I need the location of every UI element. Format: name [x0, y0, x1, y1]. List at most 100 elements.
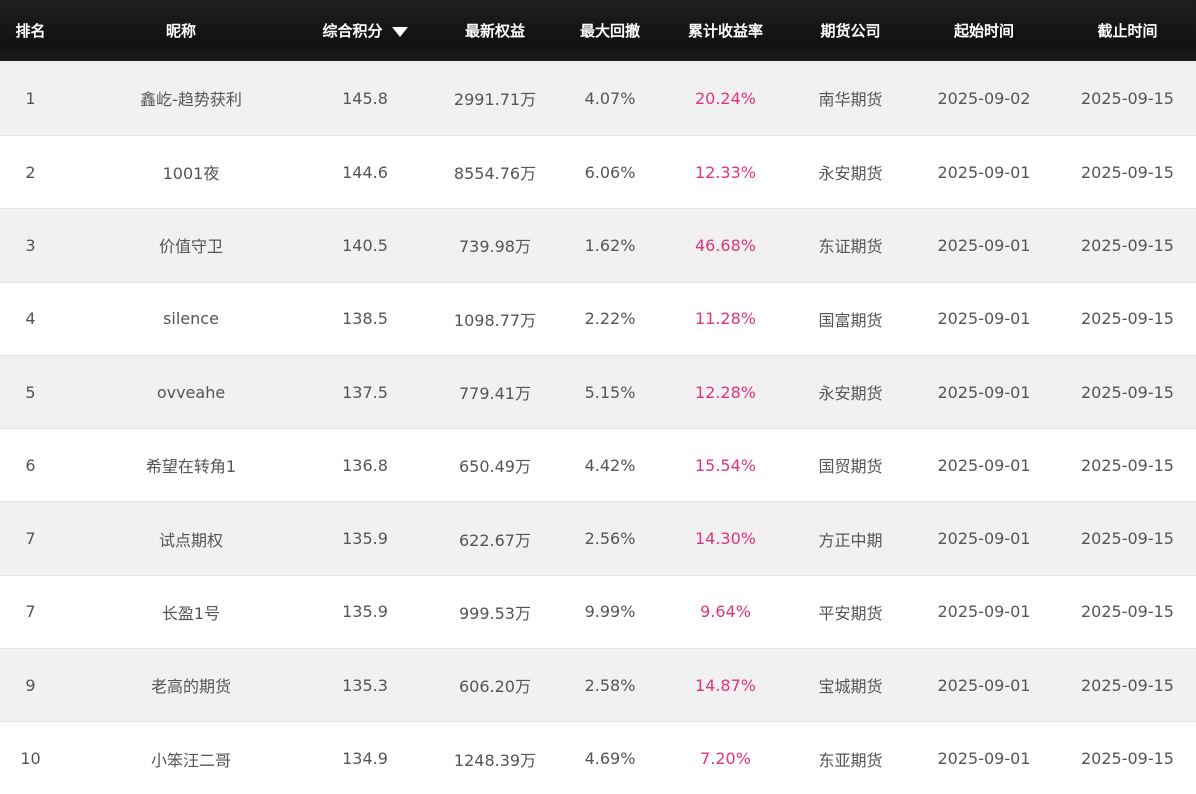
- drawdown-cell: 2.58%: [584, 675, 636, 695]
- company-cell: 永安期货: [818, 164, 883, 184]
- start-date-cell: 2025-09-01: [937, 309, 1031, 329]
- drawdown-cell: 6.06%: [584, 162, 636, 182]
- nickname-cell[interactable]: 希望在转角1: [61, 453, 301, 477]
- column-header-score[interactable]: 综合积分: [301, 20, 429, 41]
- nickname-cell[interactable]: 试点期权: [61, 527, 301, 551]
- drawdown-cell: 4.69%: [584, 749, 636, 769]
- return-cell: 11.28%: [694, 309, 756, 329]
- table-row[interactable]: 5 ovveahe 137.5 779.41万 5.15% 12.28% 永安期…: [0, 355, 1196, 430]
- column-header-rank[interactable]: 排名: [0, 20, 61, 41]
- nickname-cell[interactable]: 小笨汪二哥: [61, 747, 301, 771]
- company-cell: 方正中期: [818, 530, 883, 550]
- nickname-cell[interactable]: 价值守卫: [61, 233, 301, 257]
- company-cell: 南华期货: [818, 90, 883, 109]
- end-date-cell: 2025-09-15: [1081, 162, 1174, 182]
- column-header-return[interactable]: 累计收益率: [659, 20, 792, 41]
- end-date-cell: 2025-09-15: [1081, 455, 1174, 475]
- company-cell: 平安期货: [818, 603, 883, 623]
- rank-cell: 10: [20, 749, 41, 769]
- rank-cell: 1: [25, 88, 36, 108]
- score-cell: 137.5: [342, 382, 388, 402]
- return-cell: 20.24%: [694, 88, 756, 108]
- drawdown-cell: 4.07%: [584, 88, 636, 108]
- start-date-cell: 2025-09-01: [937, 529, 1031, 549]
- rank-cell: 5: [25, 382, 36, 402]
- rank-cell: 7: [25, 529, 36, 549]
- table-row[interactable]: 7 长盈1号 135.9 999.53万 9.99% 9.64% 平安期货 20…: [0, 575, 1196, 650]
- nickname-cell[interactable]: 老高的期货: [61, 673, 301, 697]
- column-header-end[interactable]: 截止时间: [1059, 20, 1196, 41]
- equity-cell: 999.53万: [459, 603, 531, 623]
- table-row[interactable]: 7 试点期权 135.9 622.67万 2.56% 14.30% 方正中期 2…: [0, 502, 1196, 576]
- company-cell: 国贸期货: [818, 457, 883, 477]
- equity-cell: 650.49万: [459, 457, 531, 477]
- return-cell: 46.68%: [694, 235, 756, 255]
- column-header-score-label: 综合积分: [322, 22, 383, 40]
- return-cell: 12.33%: [694, 162, 756, 182]
- nickname-cell[interactable]: 长盈1号: [61, 600, 301, 624]
- end-date-cell: 2025-09-15: [1081, 675, 1174, 695]
- score-cell: 140.5: [342, 235, 388, 255]
- score-cell: 134.9: [342, 749, 388, 769]
- table-body: 1 鑫屹-趋势获利 145.8 2991.71万 4.07% 20.24% 南华…: [0, 61, 1196, 794]
- nickname-cell[interactable]: ovveahe: [61, 383, 301, 402]
- score-cell: 135.9: [342, 529, 388, 549]
- column-header-start[interactable]: 起始时间: [909, 20, 1059, 41]
- table-row[interactable]: 6 希望在转角1 136.8 650.49万 4.42% 15.54% 国贸期货…: [0, 429, 1196, 503]
- score-cell: 135.9: [342, 602, 388, 622]
- score-cell: 144.6: [342, 162, 388, 182]
- end-date-cell: 2025-09-15: [1081, 88, 1174, 108]
- table-row[interactable]: 3 价值守卫 140.5 739.98万 1.62% 46.68% 东证期货 2…: [0, 209, 1196, 283]
- return-cell: 12.28%: [694, 382, 756, 402]
- return-cell: 14.87%: [694, 675, 756, 695]
- table-row[interactable]: 9 老高的期货 135.3 606.20万 2.58% 14.87% 宝城期货 …: [0, 649, 1196, 723]
- nickname-cell[interactable]: 鑫屹-趋势获利: [61, 86, 301, 110]
- rank-cell: 3: [25, 235, 36, 255]
- return-cell: 7.20%: [700, 749, 751, 769]
- return-cell: 14.30%: [694, 529, 756, 549]
- column-header-company[interactable]: 期货公司: [792, 20, 909, 41]
- end-date-cell: 2025-09-15: [1081, 235, 1174, 255]
- score-cell: 136.8: [342, 455, 388, 475]
- equity-cell: 1248.39万: [453, 750, 537, 770]
- equity-cell: 622.67万: [459, 530, 531, 550]
- nickname-cell[interactable]: silence: [61, 309, 301, 328]
- rank-cell: 4: [25, 309, 36, 329]
- column-header-equity[interactable]: 最新权益: [429, 20, 561, 41]
- equity-cell: 8554.76万: [453, 164, 537, 184]
- start-date-cell: 2025-09-01: [937, 675, 1031, 695]
- return-cell: 9.64%: [700, 602, 751, 622]
- start-date-cell: 2025-09-01: [937, 382, 1031, 402]
- start-date-cell: 2025-09-01: [937, 749, 1031, 769]
- nickname-cell[interactable]: 1001夜: [61, 160, 301, 184]
- company-cell: 东亚期货: [818, 750, 883, 770]
- table-row[interactable]: 1 鑫屹-趋势获利 145.8 2991.71万 4.07% 20.24% 南华…: [0, 61, 1196, 136]
- drawdown-cell: 9.99%: [584, 602, 636, 622]
- table-row[interactable]: 4 silence 138.5 1098.77万 2.22% 11.28% 国富…: [0, 282, 1196, 356]
- table-header: 排名 昵称 综合积分 最新权益 最大回撤 累计收益率 期货公司 起始时间 截止时…: [0, 0, 1196, 65]
- start-date-cell: 2025-09-01: [937, 235, 1031, 255]
- equity-cell: 2991.71万: [453, 90, 537, 109]
- column-header-drawdown[interactable]: 最大回撤: [561, 20, 659, 41]
- end-date-cell: 2025-09-15: [1081, 602, 1174, 622]
- rank-cell: 6: [25, 455, 36, 475]
- start-date-cell: 2025-09-02: [937, 88, 1031, 108]
- drawdown-cell: 1.62%: [584, 235, 636, 255]
- equity-cell: 739.98万: [459, 237, 531, 257]
- rank-cell: 9: [25, 675, 36, 695]
- end-date-cell: 2025-09-15: [1081, 309, 1174, 329]
- score-cell: 135.3: [342, 675, 388, 695]
- drawdown-cell: 5.15%: [584, 382, 636, 402]
- equity-cell: 779.41万: [459, 384, 531, 404]
- start-date-cell: 2025-09-01: [937, 602, 1031, 622]
- column-header-nickname[interactable]: 昵称: [61, 20, 301, 41]
- sort-descending-icon[interactable]: [391, 26, 408, 37]
- rank-cell: 7: [25, 602, 36, 622]
- start-date-cell: 2025-09-01: [937, 455, 1031, 475]
- rank-cell: 2: [25, 162, 36, 182]
- table-row[interactable]: 2 1001夜 144.6 8554.76万 6.06% 12.33% 永安期货…: [0, 136, 1196, 210]
- table-row[interactable]: 10 小笨汪二哥 134.9 1248.39万 4.69% 7.20% 东亚期货…: [0, 722, 1196, 794]
- end-date-cell: 2025-09-15: [1081, 749, 1174, 769]
- company-cell: 宝城期货: [818, 677, 883, 697]
- drawdown-cell: 2.56%: [584, 529, 636, 549]
